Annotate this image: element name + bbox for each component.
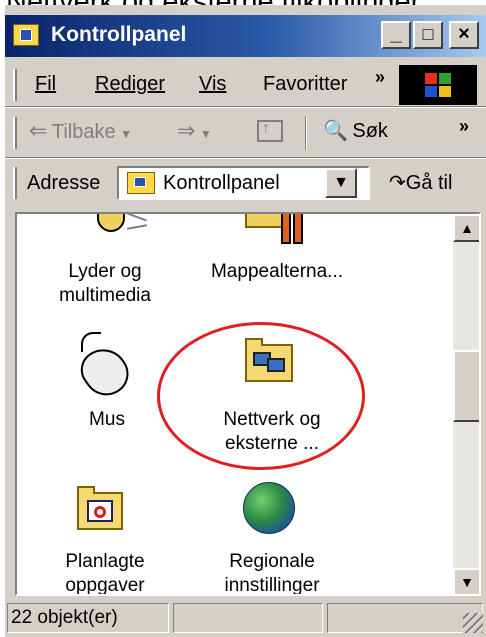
item-label: multimedia (59, 285, 151, 306)
toolbar-more-chevron-icon[interactable]: » (459, 116, 469, 137)
address-dropdown-button[interactable]: ▼ (325, 168, 357, 198)
menu-rediger[interactable]: Rediger (95, 73, 165, 96)
separator (5, 106, 486, 108)
toolbar-separator (305, 116, 307, 150)
item-label: Mappealterna... (210, 261, 344, 282)
address-grip[interactable] (13, 167, 17, 199)
item-regionale-innstillinger[interactable]: Regionale innstillinger (197, 550, 347, 596)
forward-arrow-icon: ⇒ (177, 118, 196, 143)
standard-toolbar: ⇐ Tilbake ▼ ⇒ ▼ ↑ 🔍 Søk » (5, 110, 486, 156)
item-label: Lyder og (68, 261, 142, 282)
folder-options-icon[interactable] (245, 214, 305, 244)
item-label: Regionale (229, 551, 315, 572)
item-mus[interactable]: Mus (57, 408, 157, 432)
back-label: Tilbake (51, 121, 116, 143)
menu-favoritter[interactable]: Favoritter (263, 73, 347, 96)
vertical-scrollbar[interactable]: ▲ ▼ (453, 214, 479, 594)
item-planlagte-oppgaver[interactable]: Planlagte oppgaver (45, 550, 165, 596)
scroll-thumb[interactable] (453, 350, 479, 422)
regional-settings-globe-icon[interactable] (243, 482, 295, 534)
menu-favoritter-label: Favoritter (263, 73, 348, 95)
menu-grip[interactable] (13, 69, 17, 101)
scroll-down-button[interactable]: ▼ (453, 568, 479, 594)
address-bar: Adresse Kontrollpanel ▼ ↷Gå til (5, 160, 486, 206)
item-label: Planlagte (65, 551, 145, 572)
search-button[interactable]: 🔍 Søk (323, 118, 388, 143)
item-label: innstillinger (224, 575, 320, 596)
search-label: Søk (352, 120, 388, 142)
window-title: Kontrollpanel (51, 23, 187, 46)
toolbar-grip[interactable] (13, 117, 17, 149)
status-pane-right (327, 603, 483, 633)
forward-dropdown-icon: ▼ (199, 127, 212, 141)
menu-fil-label: Fil (35, 73, 57, 95)
control-panel-icon[interactable] (13, 24, 39, 46)
menu-vis-label: Vis (199, 73, 227, 95)
menu-fil[interactable]: Fil (35, 73, 56, 96)
close-button[interactable]: × (449, 21, 479, 49)
back-dropdown-icon: ▼ (120, 127, 132, 141)
minimize-button[interactable]: _ (381, 21, 411, 49)
resize-grip[interactable] (463, 613, 483, 633)
scheduled-tasks-icon[interactable] (77, 486, 127, 530)
separator (5, 157, 486, 159)
menu-more-chevron-icon[interactable]: » (375, 67, 385, 88)
item-label: oppgaver (65, 575, 145, 596)
up-folder-icon: ↑ (262, 120, 270, 137)
item-lyder-og-multimedia[interactable]: Lyder og multimedia (45, 260, 165, 308)
item-label: Mus (89, 409, 125, 430)
up-folder-button[interactable]: ↑ (257, 120, 283, 142)
address-label: Adresse (27, 172, 101, 194)
go-label: Gå til (405, 172, 453, 194)
sounds-multimedia-icon[interactable] (89, 214, 148, 240)
forward-button[interactable]: ⇒ ▼ (177, 118, 212, 144)
back-arrow-icon: ⇐ (29, 118, 48, 143)
windows-logo (399, 65, 477, 105)
status-bar: 22 objekt(er) (5, 599, 486, 637)
menu-bar: Fil Rediger Vis Favoritter » (5, 63, 486, 105)
back-button[interactable]: ⇐ Tilbake ▼ (29, 118, 132, 144)
mouse-icon[interactable] (73, 332, 141, 405)
windows-flag-icon (425, 73, 451, 97)
title-bar[interactable]: Kontrollpanel _ □ × (5, 15, 486, 57)
status-pane-middle (173, 603, 323, 633)
status-count: 22 objekt(er) (11, 607, 118, 628)
icon-view[interactable]: Lyder og multimedia Mappealterna... Mus (15, 212, 481, 596)
menu-vis[interactable]: Vis (199, 73, 226, 96)
scroll-up-button[interactable]: ▲ (453, 214, 479, 242)
menu-rediger-label: Rediger (95, 73, 166, 95)
status-pane-count: 22 objekt(er) (7, 603, 169, 633)
item-mappealternativer[interactable]: Mappealterna... (192, 260, 362, 284)
go-button[interactable]: ↷Gå til (389, 170, 452, 195)
control-panel-folder-icon (127, 172, 155, 194)
window: Kontrollpanel _ □ × Fil Rediger Vis Favo… (5, 5, 486, 637)
maximize-button[interactable]: □ (413, 21, 443, 49)
address-value: Kontrollpanel (163, 172, 280, 194)
go-arrow-icon: ↷ (389, 172, 406, 194)
highlight-ellipse (157, 322, 365, 470)
search-icon: 🔍 (323, 120, 348, 142)
